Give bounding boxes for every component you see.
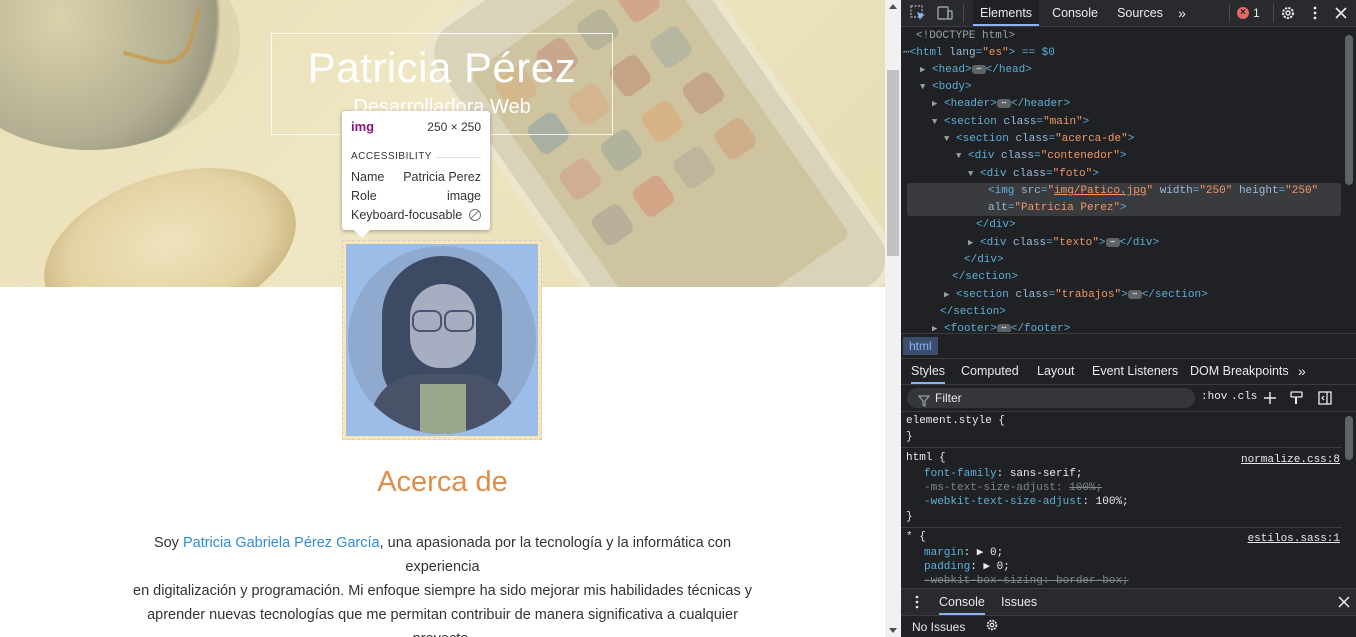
inspect-tooltip: img 250 × 250 ACCESSIBILITY Name Patrici…	[342, 111, 490, 238]
devtools-panel: Elements Console Sources » × 1 <!DOCTYPE…	[901, 0, 1356, 637]
drawer-tab-issues[interactable]: Issues	[1001, 589, 1037, 615]
dom-node-header[interactable]: ▶ <header> ⋯ </header>	[932, 96, 1070, 113]
gear-icon[interactable]	[985, 618, 999, 632]
error-count[interactable]: 1	[1253, 6, 1260, 20]
kebab-menu-icon[interactable]	[1307, 5, 1323, 21]
dom-doctype[interactable]: <!DOCTYPE html>	[916, 28, 1015, 45]
tooltip-size: 250 × 250	[427, 120, 481, 134]
hero-name: Patricia Pérez	[307, 44, 577, 91]
styles-filter-row: Filter :hov .cls	[901, 385, 1356, 412]
about-paragraph: Soy Patricia Gabriela Pérez García, una …	[133, 535, 752, 637]
close-drawer-icon[interactable]	[1338, 596, 1350, 608]
tab-styles[interactable]: Styles	[911, 359, 946, 384]
device-toggle-icon[interactable]	[937, 5, 953, 21]
rule-html-source-link[interactable]: normalize.css:8	[1241, 453, 1340, 467]
dom-node-img-alt[interactable]: alt="Patricia Perez">	[988, 200, 1127, 217]
dom-close-section-main[interactable]: </section>	[940, 304, 1006, 321]
devtools-toolbar: Elements Console Sources » × 1	[901, 0, 1356, 27]
prop-ms-text-size-adjust[interactable]: -ms-text-size-adjust: 100%;	[924, 481, 1102, 495]
inspect-highlight-outline	[342, 240, 542, 440]
dom-node-div-foto[interactable]: ▼ <div class="foto">	[968, 166, 1099, 183]
webpage-viewport: Patricia Pérez Desarrolladora Web img 25…	[0, 0, 885, 637]
prop-margin[interactable]: margin: ▶ 0;	[924, 546, 1003, 560]
tooltip-row-name: Name Patricia Perez	[351, 170, 481, 184]
rule-star-source-link[interactable]: estilos.sass:1	[1248, 532, 1340, 546]
prop-font-family[interactable]: font-family: sans-serif;	[924, 467, 1082, 481]
kebab-menu-icon[interactable]	[914, 595, 920, 609]
dom-node-img[interactable]: <img src="img/Patico.jpg" width="250" he…	[988, 183, 1318, 200]
tab-layout[interactable]: Layout	[1037, 359, 1075, 384]
dom-node-body[interactable]: ▼ <body>	[920, 79, 972, 96]
not-allowed-icon	[469, 209, 481, 221]
dom-tree: <!DOCTYPE html> ⋯<html lang="es"> == $0 …	[901, 27, 1342, 332]
filter-icon	[918, 395, 930, 407]
breadcrumb: html	[901, 333, 1356, 359]
dom-close-section-acerca[interactable]: </section>	[952, 269, 1018, 286]
dom-node-section-main[interactable]: ▼ <section class="main">	[932, 114, 1089, 131]
dom-node-html[interactable]: ⋯<html lang="es"> == $0	[903, 45, 1055, 62]
tooltip-row-keyboard: Keyboard-focusable	[351, 208, 481, 222]
dom-tree-scrollbar[interactable]	[1342, 27, 1356, 332]
hov-toggle[interactable]: :hov	[1201, 391, 1227, 403]
tab-dom-breakpoints[interactable]: DOM Breakpoints	[1190, 359, 1289, 384]
page-scrollbar-thumb[interactable]	[887, 70, 899, 256]
cls-toggle[interactable]: .cls	[1231, 391, 1257, 403]
img-src-link: img/Patico.jpg	[1054, 185, 1147, 197]
filter-input[interactable]: Filter	[907, 388, 1195, 408]
chevrons-right-icon[interactable]: »	[1174, 5, 1190, 21]
styles-pane: element.style { } html { normalize.css:8…	[901, 412, 1342, 585]
rule-star-selector[interactable]: * {	[906, 530, 926, 544]
tab-event-listeners[interactable]: Event Listeners	[1092, 359, 1178, 384]
prop-webkit-text-size-adjust[interactable]: -webkit-text-size-adjust: 100%;	[924, 495, 1129, 509]
drawer-tabbar: Console Issues	[901, 588, 1356, 616]
breadcrumb-html[interactable]: html	[903, 337, 938, 355]
sidebar-toggle-icon[interactable]	[1318, 391, 1332, 405]
chevrons-right-icon[interactable]: »	[1298, 359, 1306, 384]
rule-element-style[interactable]: element.style {	[906, 414, 1005, 428]
drawer-tab-console[interactable]: Console	[939, 589, 985, 615]
tooltip-tag: img	[351, 119, 375, 134]
dom-node-div-contenedor[interactable]: ▼ <div class="contenedor">	[956, 148, 1126, 165]
tooltip-row-role: Role image	[351, 189, 481, 203]
hero-background-cup	[0, 0, 240, 150]
page-scrollbar[interactable]	[885, 0, 901, 637]
styles-subtabs: Styles Computed Layout Event Listeners D…	[901, 359, 1356, 385]
tab-sources[interactable]: Sources	[1113, 0, 1167, 26]
paint-roller-icon[interactable]	[1290, 391, 1304, 405]
prop-padding[interactable]: padding: ▶ 0;	[924, 560, 1010, 574]
rule-html-selector[interactable]: html {	[906, 451, 946, 465]
prop-webkit-box-sizing[interactable]: -webkit-box-sizing: border-box;	[924, 574, 1129, 585]
about-heading: Acerca de	[377, 466, 508, 498]
dom-node-div-texto[interactable]: ▶ <div class="texto"> ⋯ </div>	[968, 235, 1159, 252]
scroll-down-arrow-icon[interactable]	[889, 628, 897, 633]
dom-close-div-foto[interactable]: </div>	[976, 217, 1016, 234]
dom-node-footer[interactable]: ▶ <footer> ⋯ </footer>	[932, 321, 1070, 332]
tab-computed[interactable]: Computed	[961, 359, 1019, 384]
dom-node-section-acerca[interactable]: ▼ <section class="acerca-de">	[944, 131, 1134, 148]
tab-elements[interactable]: Elements	[973, 0, 1039, 26]
scroll-up-arrow-icon[interactable]	[889, 4, 897, 9]
tab-console[interactable]: Console	[1047, 0, 1103, 26]
error-icon[interactable]: ×	[1237, 7, 1249, 19]
add-rule-icon[interactable]	[1263, 391, 1277, 405]
gear-icon[interactable]	[1280, 5, 1296, 21]
no-issues-text: No Issues	[912, 620, 966, 634]
about-name-link[interactable]: Patricia Gabriela Pérez García	[183, 535, 380, 551]
tooltip-section-title: ACCESSIBILITY	[351, 151, 432, 162]
dom-close-div-contenedor[interactable]: </div>	[964, 252, 1004, 269]
close-icon[interactable]	[1333, 5, 1349, 21]
styles-scrollbar[interactable]	[1342, 412, 1356, 585]
dom-node-head[interactable]: ▶ <head> ⋯ </head>	[920, 62, 1032, 79]
inspect-icon[interactable]	[910, 5, 926, 21]
hero-background-wood	[23, 138, 317, 287]
dom-node-section-trabajos[interactable]: ▶ <section class="trabajos"> ⋯ </section>	[944, 287, 1208, 304]
